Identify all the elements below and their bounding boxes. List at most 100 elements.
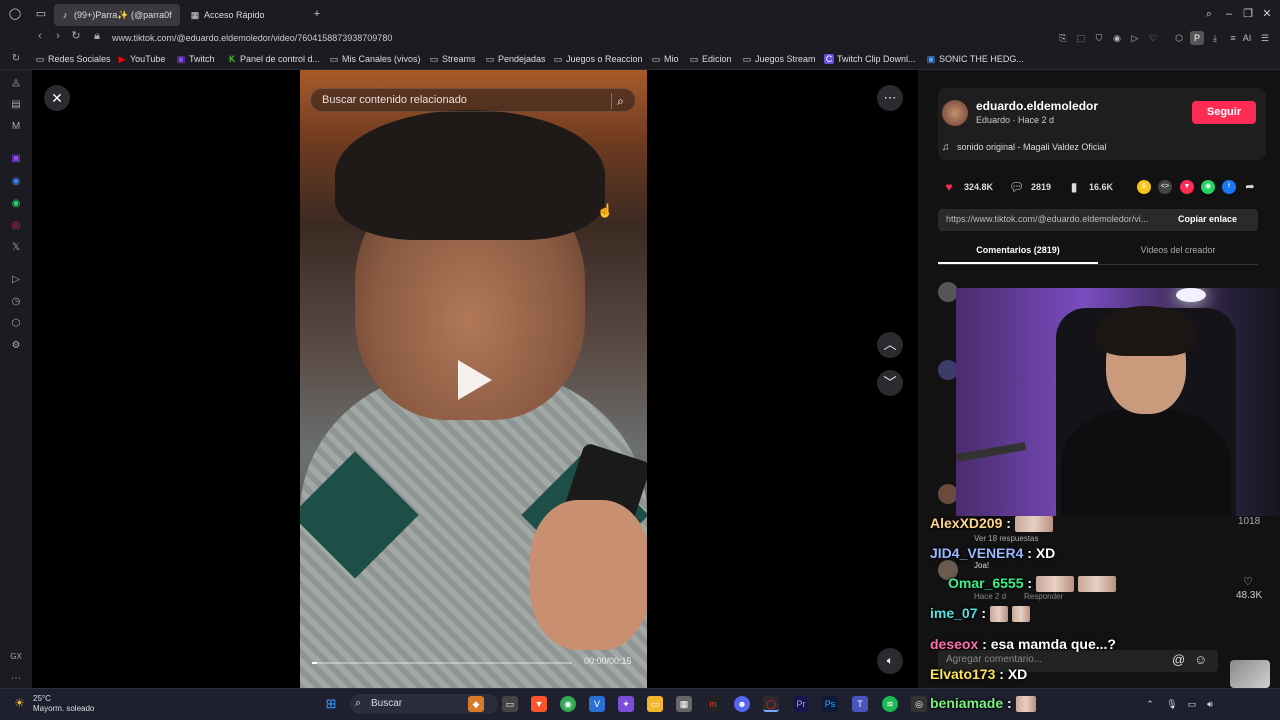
url-input[interactable]: www.tiktok.com/@eduardo.eldemoledor/vide… [112, 31, 392, 45]
bookmark-icon[interactable]: ▮ [1067, 180, 1081, 194]
bookmark-folder[interactable]: ▭ Mio [651, 52, 679, 66]
tab-manager-icon[interactable]: ▭ [34, 7, 48, 21]
volume-button[interactable]: 🔈︎ [877, 648, 903, 674]
back-button[interactable]: ‹ [32, 28, 48, 44]
bookmark-clip[interactable]: C Twitch Clip Downl... [824, 52, 916, 66]
bookmark-panel[interactable]: K Panel de control d... [227, 52, 320, 66]
comment-avatar[interactable] [938, 282, 958, 302]
gx-corner-icon[interactable]: ▤ [9, 98, 23, 112]
close-video-button[interactable]: ✕ [44, 85, 70, 111]
tab-tiktok[interactable]: ♪ (99+)Parra✨ (@parra0f [54, 4, 180, 26]
opera-gx-icon[interactable]: ◯ [763, 696, 779, 712]
discord-icon[interactable]: ☻ [734, 696, 750, 712]
obs-icon[interactable]: ◎ [911, 696, 927, 712]
related-search-input[interactable]: Buscar contenido relacionado ⌕ [310, 88, 636, 112]
play-icon[interactable]: ▷ [1128, 31, 1142, 45]
premiere-icon[interactable]: Pr [793, 696, 809, 712]
network-icon[interactable]: ▭ [1186, 698, 1198, 710]
task-view-icon[interactable]: ▭ [502, 696, 518, 712]
send-icon[interactable]: ▼ [1180, 180, 1194, 194]
comment-avatar[interactable] [938, 360, 958, 380]
bookmark-folder[interactable]: ▭ Pendejadas [485, 52, 546, 66]
tab-acceso-rapido[interactable]: ▦ Acceso Rápido [184, 4, 304, 26]
bookmark-add-icon[interactable]: ⎘ [1056, 31, 1070, 45]
author-avatar[interactable] [942, 100, 968, 126]
maximize-button[interactable]: ❐ [1241, 7, 1255, 21]
search-icon[interactable]: ⌕ [1202, 7, 1216, 21]
settings-gear-icon[interactable]: ⚙ [9, 339, 23, 353]
player-icon[interactable]: ▷ [9, 273, 23, 287]
heart-icon[interactable]: ♡ [1146, 31, 1160, 45]
bookmark-sonic[interactable]: ▣ SONIC THE HEDG... [926, 52, 1024, 66]
previous-video-button[interactable]: ︿ [877, 332, 903, 358]
mention-icon[interactable]: @ [1172, 652, 1185, 667]
video-progress-bar[interactable] [312, 662, 572, 664]
teams-icon[interactable]: T [852, 696, 868, 712]
coin-icon[interactable]: $ [1137, 180, 1151, 194]
video-player[interactable]: Buscar contenido relacionado ⌕ 00:00/00:… [300, 70, 647, 688]
comment-icon[interactable]: 💬︎ [1009, 180, 1024, 194]
app-icon[interactable]: m [705, 696, 721, 712]
reload-button[interactable]: ↻ [68, 28, 84, 44]
microphone-icon[interactable]: 🎙︎ [1166, 698, 1178, 710]
profile-icon[interactable]: P [1190, 31, 1204, 45]
weather-widget[interactable]: 25°C Mayorm. soleado [33, 694, 94, 714]
download-icon[interactable]: ⤓ [1208, 31, 1222, 45]
snapshot-icon[interactable]: ⬚ [1074, 31, 1088, 45]
bookmark-youtube[interactable]: ▶ YouTube [117, 52, 166, 66]
reply-button[interactable]: Responder [1024, 592, 1063, 601]
aria-ai-button[interactable]: AI [1240, 31, 1254, 45]
vscode-icon[interactable]: V [589, 696, 605, 712]
bookmark-folder[interactable]: ▭ Juegos o Reaccion [553, 52, 643, 66]
file-explorer-icon[interactable]: ▭ [647, 696, 663, 712]
video-link[interactable]: https://www.tiktok.com/@eduardo.eldemole… [946, 214, 1172, 224]
opera-logo-icon[interactable]: ◯ [8, 7, 22, 21]
play-icon[interactable] [458, 360, 492, 400]
messenger-icon[interactable]: ◉ [9, 175, 23, 189]
gx-control-icon[interactable]: ◬ [9, 76, 23, 90]
m-icon[interactable]: M [9, 120, 23, 134]
menu-icon[interactable]: ☰ [1258, 31, 1272, 45]
close-window-button[interactable]: ✕ [1260, 7, 1274, 21]
copy-link-button[interactable]: Copiar enlace [1178, 214, 1237, 224]
whatsapp-icon[interactable]: ◉ [9, 197, 23, 211]
like-icon[interactable]: ♥ [942, 180, 956, 194]
comment-avatar[interactable] [938, 484, 958, 504]
search-icon[interactable]: ⌕ [611, 93, 627, 109]
shield-icon[interactable]: ⛉ [1092, 31, 1106, 45]
chrome-icon[interactable]: ◉ [560, 696, 576, 712]
forward-button[interactable]: › [50, 28, 66, 44]
brave-icon[interactable]: ▼ [531, 696, 547, 712]
minimize-button[interactable]: – [1222, 7, 1236, 21]
volume-icon[interactable]: 🔊︎ [1204, 698, 1216, 710]
comment-author[interactable]: Joa! [974, 561, 989, 570]
x-icon[interactable]: 𝕏 [9, 241, 23, 255]
clock-icon[interactable]: ◷ [9, 295, 23, 309]
history-icon[interactable]: ↻ [9, 52, 23, 66]
bookmark-twitch[interactable]: ▣ Twitch [176, 52, 215, 66]
copilot-icon[interactable]: ✦ [618, 696, 634, 712]
photoshop-icon[interactable]: Ps [822, 696, 838, 712]
comment-heart-icon[interactable]: ♡ [1243, 575, 1253, 588]
music-label[interactable]: sonido original - Magali Valdez Oficial [957, 142, 1106, 152]
store-icon[interactable]: ▦ [676, 696, 692, 712]
easy-setup-icon[interactable]: ≡ [1226, 31, 1240, 45]
author-username[interactable]: eduardo.eldemoledor [976, 99, 1098, 113]
view-replies-link[interactable]: Ver 18 respuestas [974, 534, 1038, 543]
extensions-icon[interactable]: ⬡ [1172, 31, 1186, 45]
camera-icon[interactable]: ◉ [1110, 31, 1124, 45]
spotify-icon[interactable]: ≋ [882, 696, 898, 712]
twitch-icon[interactable]: ▣ [9, 152, 23, 166]
next-video-button[interactable]: ﹀ [877, 370, 903, 396]
follow-button[interactable]: Seguir [1192, 101, 1256, 124]
facebook-icon[interactable]: f [1222, 180, 1236, 194]
more-options-button[interactable]: ⋯ [877, 85, 903, 111]
gx-icon[interactable]: GX [9, 650, 23, 664]
new-tab-button[interactable]: + [310, 7, 324, 21]
windows-start-icon[interactable]: ⊞ [323, 696, 339, 712]
bookmark-folder[interactable]: ▭ Mis Canales (vivos) [329, 52, 421, 66]
emoji-icon[interactable]: ☺ [1194, 652, 1207, 667]
whatsapp-share-icon[interactable]: ◉ [1201, 180, 1215, 194]
bookmark-folder[interactable]: ▭ Juegos Stream [742, 52, 816, 66]
bookmark-folder[interactable]: ▭ Edicion [689, 52, 732, 66]
